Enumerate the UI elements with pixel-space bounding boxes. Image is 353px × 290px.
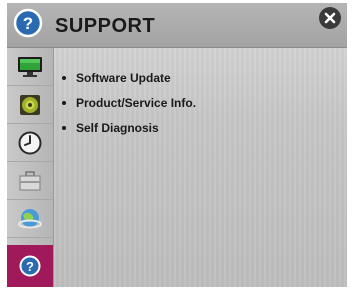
sidebar-item-lock[interactable] [7, 162, 53, 200]
globe-icon [18, 208, 42, 228]
sidebar-item-time[interactable] [7, 124, 53, 162]
support-window: ? SUPPORT ? Software Update Product/Serv… [7, 3, 347, 287]
menu-item-software-update[interactable]: Software Update [62, 70, 196, 95]
help-icon: ? [19, 255, 41, 277]
title-bar: ? SUPPORT [7, 3, 347, 48]
support-menu: Software Update Product/Service Info. Se… [62, 70, 196, 145]
tv-icon [18, 56, 42, 77]
sidebar: ? [7, 48, 54, 287]
help-icon: ? [13, 8, 43, 38]
briefcase-icon [19, 170, 41, 191]
bullet-icon [62, 101, 66, 105]
menu-item-label: Product/Service Info. [76, 96, 197, 110]
sidebar-item-network[interactable] [7, 200, 53, 238]
menu-item-label: Self Diagnosis [76, 121, 159, 135]
menu-item-product-service-info[interactable]: Product/Service Info. [62, 95, 196, 120]
sidebar-item-picture[interactable] [7, 48, 53, 86]
close-button[interactable] [319, 7, 341, 29]
bullet-icon [62, 126, 66, 130]
speaker-icon [20, 94, 40, 115]
menu-item-self-diagnosis[interactable]: Self Diagnosis [62, 120, 196, 145]
bullet-icon [62, 76, 66, 80]
clock-icon [18, 131, 42, 154]
sidebar-item-sound[interactable] [7, 86, 53, 124]
svg-text:?: ? [26, 259, 34, 274]
sidebar-item-support[interactable]: ? [7, 245, 53, 287]
menu-item-label: Software Update [76, 71, 171, 85]
svg-text:?: ? [23, 14, 33, 33]
close-icon [324, 12, 336, 24]
page-title: SUPPORT [55, 15, 156, 37]
